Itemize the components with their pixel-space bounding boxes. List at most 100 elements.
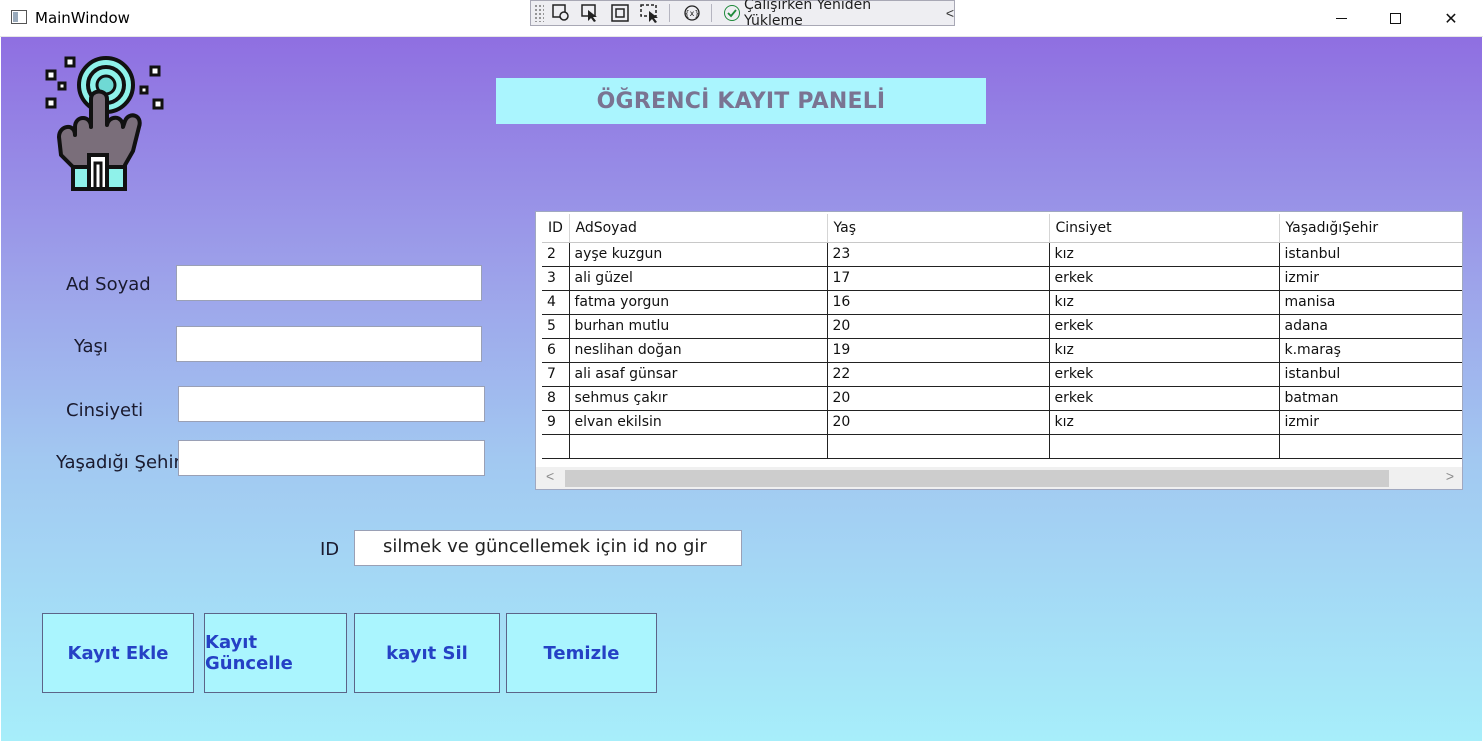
cell-yas[interactable]: 20 xyxy=(827,314,1050,339)
cell-id[interactable]: 6 xyxy=(542,338,570,363)
cell-cinsiyet[interactable] xyxy=(1049,434,1280,459)
students-table: ID AdSoyad Yaş Cinsiyet YaşadığıŞehir 2a… xyxy=(542,214,1462,459)
select-element-icon[interactable] xyxy=(578,2,604,24)
live-visual-tree-icon[interactable] xyxy=(548,2,574,24)
cell-id[interactable]: 4 xyxy=(542,290,570,315)
scrollbar-thumb[interactable] xyxy=(565,470,1389,487)
cell-id[interactable]: 5 xyxy=(542,314,570,339)
update-record-button[interactable]: Kayıt Güncelle xyxy=(204,613,347,693)
window-title: MainWindow xyxy=(35,9,130,27)
students-datagrid[interactable]: ID AdSoyad Yaş Cinsiyet YaşadığıŞehir 2a… xyxy=(535,211,1463,490)
cell-adsoyad[interactable]: ali güzel xyxy=(569,266,828,291)
cell-id[interactable] xyxy=(542,434,570,459)
cell-yas[interactable]: 19 xyxy=(827,338,1050,363)
cell-yas[interactable]: 20 xyxy=(827,410,1050,435)
cell-adsoyad[interactable]: ayşe kuzgun xyxy=(569,242,828,267)
horizontal-scrollbar[interactable]: < > xyxy=(536,467,1462,489)
svg-text:{x}: {x} xyxy=(685,9,700,18)
minimize-button[interactable] xyxy=(1318,0,1364,37)
cell-cinsiyet[interactable]: erkek xyxy=(1049,386,1280,411)
cell-sehir[interactable]: izmir xyxy=(1279,410,1462,435)
delete-record-button[interactable]: kayıt Sil xyxy=(354,613,500,693)
toolbar-separator xyxy=(711,4,713,22)
cell-sehir[interactable]: batman xyxy=(1279,386,1462,411)
column-header-yas[interactable]: Yaş xyxy=(827,214,1050,243)
id-field[interactable]: silmek ve güncellemek için id no gir xyxy=(354,530,742,566)
cell-sehir[interactable]: izmir xyxy=(1279,266,1462,291)
cell-adsoyad[interactable]: sehmus çakır xyxy=(569,386,828,411)
close-button[interactable]: ✕ xyxy=(1428,0,1474,37)
cell-cinsiyet[interactable]: kız xyxy=(1049,410,1280,435)
cell-sehir[interactable]: k.maraş xyxy=(1279,338,1462,363)
cell-sehir[interactable]: istanbul xyxy=(1279,242,1462,267)
cell-cinsiyet[interactable]: kız xyxy=(1049,338,1280,363)
table-row[interactable]: 7 ali asaf günsar 22 erkek istanbul xyxy=(542,362,1462,387)
cell-adsoyad[interactable]: elvan ekilsin xyxy=(569,410,828,435)
cell-id[interactable]: 2 xyxy=(542,242,570,267)
table-body: 2 ayşe kuzgun 23 kız istanbul 3 ali güzel 17 erk… xyxy=(542,242,1462,459)
hot-reload-check-icon xyxy=(724,5,741,21)
add-record-button[interactable]: Kayıt Ekle xyxy=(42,613,194,693)
column-header-sehir[interactable]: YaşadığıŞehir xyxy=(1279,214,1462,243)
cell-yas[interactable]: 20 xyxy=(827,386,1050,411)
cell-sehir[interactable] xyxy=(1279,434,1462,459)
collapse-toolbar-icon[interactable]: < xyxy=(946,5,954,21)
toolbar-grip-icon[interactable] xyxy=(534,4,544,22)
cell-id[interactable]: 9 xyxy=(542,410,570,435)
display-layout-adorners-icon[interactable] xyxy=(607,2,633,24)
name-label: Ad Soyad xyxy=(66,274,151,295)
window-titlebar: MainWindow {x} Çalışırken Yeniden Yüklem… xyxy=(0,0,1483,37)
table-row[interactable]: 4 fatma yorgun 16 kız manisa xyxy=(542,290,1462,315)
cell-id[interactable]: 3 xyxy=(542,266,570,291)
clear-button[interactable]: Temizle xyxy=(506,613,657,693)
cell-adsoyad[interactable] xyxy=(569,434,828,459)
cell-adsoyad[interactable]: burhan mutlu xyxy=(569,314,828,339)
app-window-icon xyxy=(11,10,27,24)
column-header-adsoyad[interactable]: AdSoyad xyxy=(569,214,828,243)
cell-yas[interactable]: 16 xyxy=(827,290,1050,315)
touch-hand-logo-icon xyxy=(45,56,164,191)
cell-id[interactable]: 8 xyxy=(542,386,570,411)
cell-sehir[interactable]: manisa xyxy=(1279,290,1462,315)
cell-cinsiyet[interactable]: erkek xyxy=(1049,314,1280,339)
gender-field[interactable] xyxy=(178,386,485,422)
table-row[interactable]: 8 sehmus çakır 20 erkek batman xyxy=(542,386,1462,411)
column-header-id[interactable]: ID xyxy=(542,214,570,243)
maximize-icon xyxy=(1389,13,1401,24)
cell-id[interactable]: 7 xyxy=(542,362,570,387)
id-label: ID xyxy=(320,539,340,560)
table-row[interactable]: 5 burhan mutlu 20 erkek adana xyxy=(542,314,1462,339)
close-icon: ✕ xyxy=(1444,9,1458,28)
table-row[interactable]: 9 elvan ekilsin 20 kız izmir xyxy=(542,410,1462,435)
debug-toolbar: {x} Çalışırken Yeniden Yükleme < xyxy=(530,0,955,29)
cell-yas[interactable]: 17 xyxy=(827,266,1050,291)
cell-adsoyad[interactable]: neslihan doğan xyxy=(569,338,828,363)
cell-cinsiyet[interactable]: erkek xyxy=(1049,362,1280,387)
cell-cinsiyet[interactable]: kız xyxy=(1049,290,1280,315)
cell-cinsiyet[interactable]: erkek xyxy=(1049,266,1280,291)
cell-cinsiyet[interactable]: kız xyxy=(1049,242,1280,267)
binding-failures-icon[interactable]: {x} xyxy=(680,2,706,24)
gender-label: Cinsiyeti xyxy=(66,400,144,421)
column-header-cinsiyet[interactable]: Cinsiyet xyxy=(1049,214,1280,243)
table-row[interactable]: 3 ali güzel 17 erkek izmir xyxy=(542,266,1462,291)
age-field[interactable] xyxy=(176,326,482,362)
cell-yas[interactable]: 23 xyxy=(827,242,1050,267)
table-row[interactable]: 6 neslihan doğan 19 kız k.maraş xyxy=(542,338,1462,363)
hot-reload-label[interactable]: Çalışırken Yeniden Yükleme xyxy=(744,0,932,29)
cell-adsoyad[interactable]: ali asaf günsar xyxy=(569,362,828,387)
cell-adsoyad[interactable]: fatma yorgun xyxy=(569,290,828,315)
main-window-client: ÖĞRENCİ KAYIT PANELİ Ad Soyad Yaşı Cinsi… xyxy=(1,37,1482,741)
cell-yas[interactable] xyxy=(827,434,1050,459)
new-item-row[interactable] xyxy=(542,434,1462,459)
cell-sehir[interactable]: adana xyxy=(1279,314,1462,339)
cell-sehir[interactable]: istanbul xyxy=(1279,362,1462,387)
table-row[interactable]: 2 ayşe kuzgun 23 kız istanbul xyxy=(542,242,1462,267)
track-focus-icon[interactable] xyxy=(637,2,663,24)
maximize-button[interactable] xyxy=(1372,0,1418,37)
scroll-right-icon[interactable]: > xyxy=(1446,468,1454,484)
city-field[interactable] xyxy=(178,440,485,476)
scroll-left-icon[interactable]: < xyxy=(546,468,554,484)
name-field[interactable] xyxy=(176,265,482,301)
cell-yas[interactable]: 22 xyxy=(827,362,1050,387)
